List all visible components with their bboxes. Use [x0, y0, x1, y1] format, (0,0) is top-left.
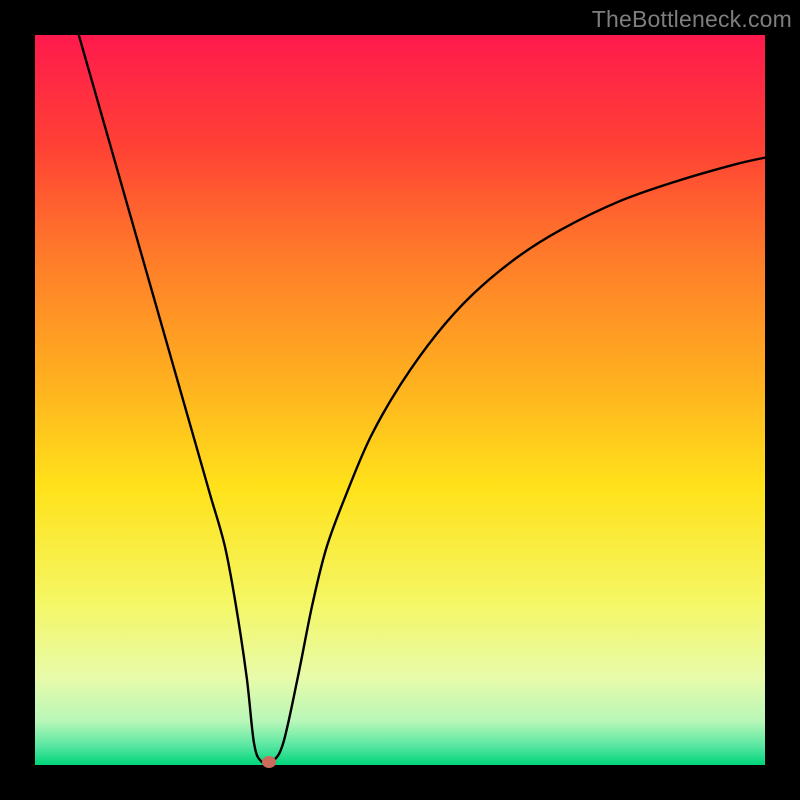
minimum-marker [262, 756, 276, 768]
bottleneck-curve [35, 35, 765, 765]
chart-frame: TheBottleneck.com [0, 0, 800, 800]
watermark-text: TheBottleneck.com [592, 6, 792, 33]
plot-area [35, 35, 765, 765]
